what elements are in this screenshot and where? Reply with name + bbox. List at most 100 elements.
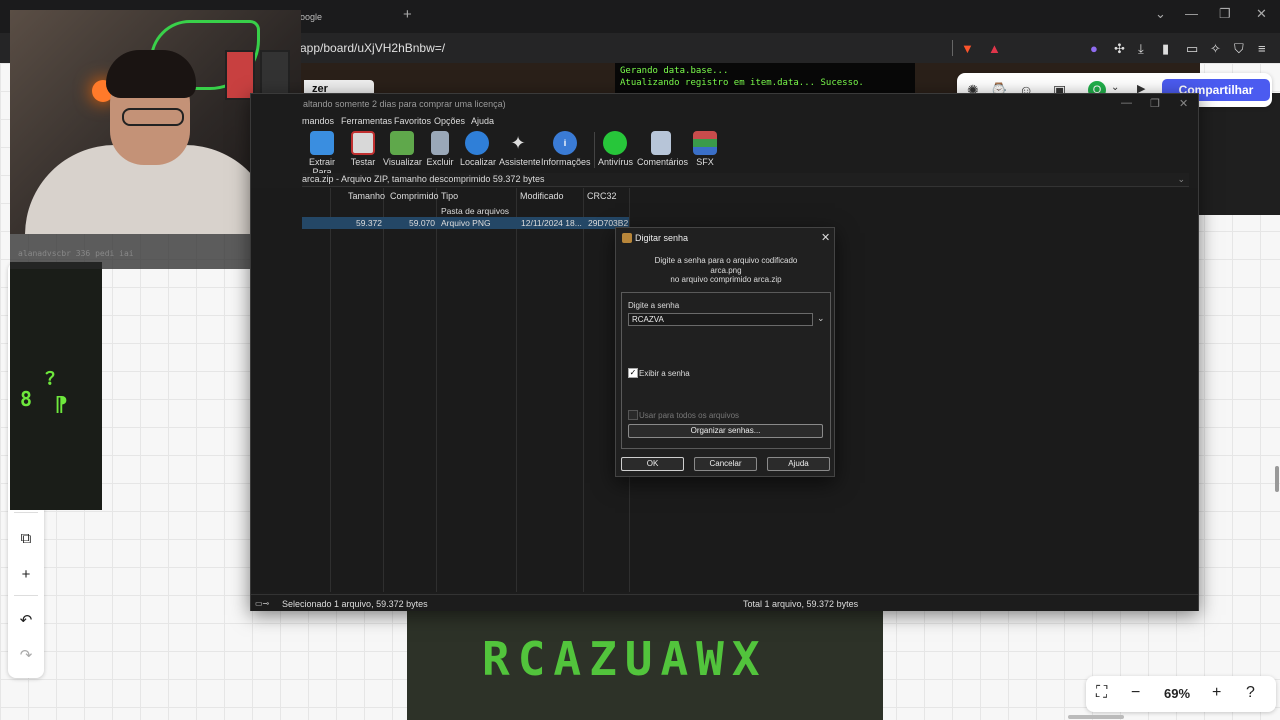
- file-size: 59.372: [356, 218, 382, 228]
- terminal-image: Gerando data.base... Atualizando registr…: [615, 63, 915, 93]
- test-button[interactable]: Testar: [347, 131, 379, 171]
- test-clipboard-icon: [351, 131, 375, 155]
- file-modified: 12/11/2024 18...: [521, 218, 582, 228]
- toolbar-label: Assistente: [499, 157, 541, 167]
- extract-folder-icon: [310, 131, 334, 155]
- embed-icon[interactable]: ⧉: [17, 530, 35, 548]
- dialog-info: Digite a senha para o arquivo codificado…: [616, 256, 836, 285]
- info-button[interactable]: i Informações: [541, 131, 591, 171]
- menu-opcoes[interactable]: Opções: [434, 116, 465, 126]
- view-book-icon: [390, 131, 414, 155]
- maximize-icon[interactable]: ❐: [1219, 6, 1231, 22]
- fit-screen-icon[interactable]: ⛶: [1096, 684, 1107, 702]
- use-for-all-label: Usar para todos os arquivos: [639, 411, 740, 420]
- glitch-glyph: 8: [20, 387, 33, 411]
- antivirus-button[interactable]: Antivírus: [598, 131, 633, 171]
- sidebar-icon[interactable]: ▮: [1162, 41, 1169, 57]
- column-divider: [516, 188, 517, 592]
- board-image-glitch: ﹖ 8 ⁋: [10, 262, 102, 510]
- sparkle-icon[interactable]: ✧: [1210, 41, 1221, 57]
- status-selected: Selecionado 1 arquivo, 59.372 bytes: [282, 599, 428, 609]
- brave-shield-icon[interactable]: ▼: [961, 41, 974, 56]
- comments-icon: [651, 131, 671, 155]
- info-line: arca.png: [710, 265, 742, 275]
- drop-icon[interactable]: ●: [1090, 41, 1098, 56]
- toolbar-label: Testar: [350, 157, 376, 167]
- menu-icon[interactable]: ≡: [1258, 41, 1266, 56]
- address-divider: [952, 40, 953, 56]
- wizard-wand-icon: ✦: [510, 133, 526, 153]
- url-field[interactable]: app/board/uXjVH2hBnbw=/: [300, 41, 445, 55]
- menu-ferramentas[interactable]: Ferramentas: [341, 116, 392, 126]
- toolbar-label: Localizar: [460, 157, 497, 167]
- column-header-type[interactable]: Tipo: [441, 191, 458, 201]
- toolbar-label: SFX: [696, 157, 714, 167]
- winrar-title: altando somente 2 dias para comprar uma …: [303, 99, 506, 109]
- person-glasses: [122, 108, 184, 126]
- file-packed: 59.070: [409, 218, 435, 228]
- chevron-down-icon[interactable]: ⌄: [1111, 82, 1119, 93]
- cancel-button[interactable]: Cancelar: [694, 457, 757, 471]
- puzzle-icon[interactable]: ✣: [1114, 41, 1125, 57]
- parent-folder-type[interactable]: Pasta de arquivos: [441, 206, 509, 216]
- help-icon[interactable]: ?: [1246, 684, 1255, 702]
- winrar-minimize-icon[interactable]: —: [1121, 97, 1132, 109]
- shield-icon[interactable]: ⛉: [1234, 41, 1244, 57]
- winrar-icon: [622, 233, 632, 243]
- extract-to-button[interactable]: Extrair Para: [302, 131, 342, 177]
- column-header-size[interactable]: Tamanho: [348, 191, 385, 201]
- use-for-all-checkbox[interactable]: [628, 410, 638, 420]
- chevron-down-icon[interactable]: ⌄: [817, 313, 825, 324]
- new-tab-button[interactable]: +: [403, 6, 412, 23]
- add-icon[interactable]: +: [17, 566, 35, 584]
- chevron-down-icon[interactable]: ⌄: [1177, 173, 1185, 186]
- toolbar-label: Informações: [541, 157, 591, 167]
- glitch-glyph: ﹖: [40, 364, 60, 388]
- zoom-controls: ⛶ − 69% + ?: [1086, 676, 1276, 712]
- winrar-maximize-icon[interactable]: ❐: [1150, 97, 1160, 110]
- password-input[interactable]: RCAZVA: [628, 313, 813, 326]
- menu-comandos[interactable]: mandos: [302, 116, 334, 126]
- comments-button[interactable]: Comentários: [637, 131, 689, 171]
- delete-button[interactable]: Excluir: [425, 131, 455, 171]
- terminal-line: Atualizando registro em item.data... Suc…: [620, 78, 864, 88]
- column-header-crc[interactable]: CRC32: [587, 191, 617, 201]
- toolbar-label: Excluir: [426, 157, 454, 167]
- minimize-icon[interactable]: —: [1185, 6, 1198, 21]
- brave-rewards-icon[interactable]: ▲: [988, 41, 1001, 56]
- redo-icon[interactable]: ↷: [17, 647, 35, 665]
- file-type: Arquivo PNG: [441, 218, 491, 228]
- find-button[interactable]: Localizar: [460, 131, 497, 171]
- wallet-icon[interactable]: ▭: [1186, 41, 1198, 57]
- person-hair: [106, 50, 196, 98]
- column-header-packed[interactable]: Comprimido: [390, 191, 439, 201]
- zoom-level[interactable]: 69%: [1164, 686, 1190, 701]
- toolbar-label: Comentários: [637, 157, 689, 167]
- zoom-out-button[interactable]: −: [1131, 684, 1140, 702]
- column-divider: [583, 188, 584, 592]
- browser-tab[interactable]: oogle: [290, 6, 400, 28]
- download-icon[interactable]: ⤓: [1138, 41, 1144, 57]
- view-button[interactable]: Visualizar: [383, 131, 422, 171]
- menu-ajuda[interactable]: Ajuda: [471, 116, 494, 126]
- archive-path-bar[interactable]: arca.zip - Arquivo ZIP, tamanho descompr…: [302, 173, 1189, 187]
- sfx-button[interactable]: SFX: [691, 131, 719, 171]
- undo-icon[interactable]: ↶: [17, 612, 35, 630]
- winrar-close-icon[interactable]: ✕: [1179, 97, 1188, 110]
- close-window-icon[interactable]: ✕: [1256, 6, 1267, 22]
- winrar-toolbar: Extrair Para Testar Visualizar Excluir L…: [251, 130, 1198, 177]
- tab-list-icon[interactable]: ⌄: [1155, 6, 1166, 22]
- wizard-button[interactable]: ✦ Assistente: [499, 131, 541, 171]
- horizontal-scrollbar[interactable]: [1068, 715, 1124, 719]
- help-button[interactable]: Ajuda: [767, 457, 830, 471]
- show-password-label[interactable]: Exibir a senha: [639, 369, 690, 378]
- column-header-modified[interactable]: Modificado: [520, 191, 564, 201]
- zoom-in-button[interactable]: +: [1212, 684, 1221, 702]
- organize-passwords-button[interactable]: Organizar senhas...: [628, 424, 823, 438]
- show-password-checkbox[interactable]: ✓: [628, 368, 638, 378]
- menu-favoritos[interactable]: Favoritos: [394, 116, 431, 126]
- antivirus-icon: [603, 131, 627, 155]
- vertical-scrollbar[interactable]: [1275, 466, 1279, 492]
- ok-button[interactable]: OK: [621, 457, 684, 471]
- close-icon[interactable]: ✕: [821, 231, 830, 244]
